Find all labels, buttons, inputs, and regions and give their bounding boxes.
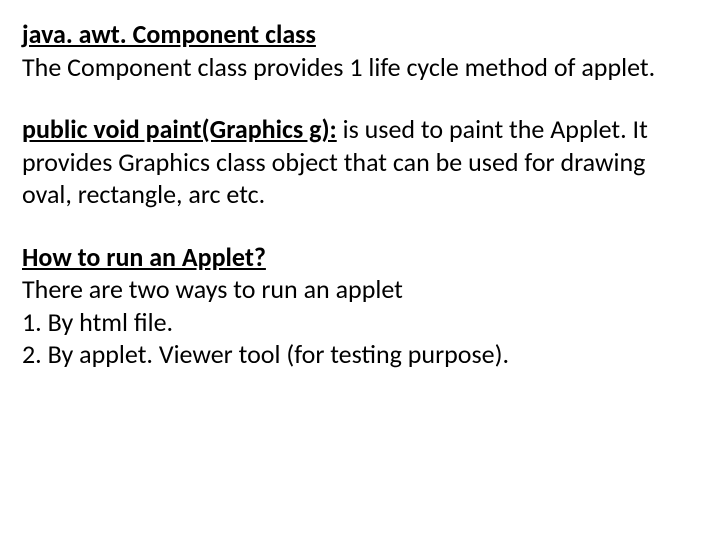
heading-component-class: java. awt. Component class <box>22 18 316 50</box>
list-item-1: 1. By html file. <box>22 306 698 339</box>
section-paint-method: public void paint(Graphics g): is used t… <box>22 113 698 211</box>
body-component-class: The Component class provides 1 life cycl… <box>22 51 655 83</box>
method-signature: public void paint(Graphics g): <box>22 113 337 145</box>
intro-how-to-run: There are two ways to run an applet <box>22 273 403 305</box>
section-how-to-run: How to run an Applet? There are two ways… <box>22 241 698 371</box>
heading-how-to-run: How to run an Applet? <box>22 241 266 273</box>
list-item-2: 2. By applet. Viewer tool (for testing p… <box>22 338 698 371</box>
section-component-class: java. awt. Component class The Component… <box>22 18 698 83</box>
